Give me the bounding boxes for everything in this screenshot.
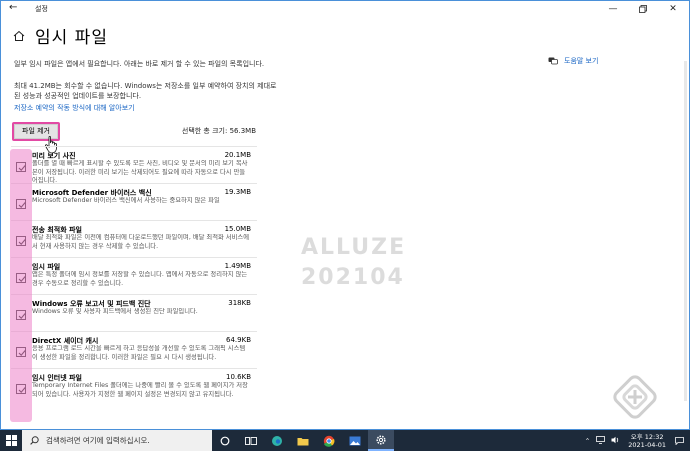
checkbox[interactable] [16, 347, 26, 357]
close-button[interactable]: ✕ [661, 1, 685, 17]
help-link-label: 도움말 보기 [564, 57, 599, 65]
storage-reserve-link[interactable]: 저장소 예약의 작동 방식에 대해 알아보기 [14, 103, 135, 113]
minimize-button[interactable]: — [601, 1, 625, 17]
edge-icon[interactable] [264, 430, 290, 451]
notification-icon[interactable] [672, 430, 686, 451]
chrome-icon[interactable] [316, 430, 342, 451]
list-item[interactable]: Windows 오류 보고서 및 피드백 진단 318KB Windows 오류… [11, 294, 257, 331]
item-size: 318KB [228, 299, 251, 307]
logo-icon [613, 375, 657, 419]
item-size: 64.9KB [226, 336, 251, 344]
back-arrow-icon[interactable]: ← [9, 2, 17, 13]
clock-date: 2021-04-01 [628, 440, 666, 449]
settings-window: ← 설정 — ✕ 임시 파일 일부 임시 파일은 앱에서 필요합니다. 아래는 … [0, 0, 690, 430]
search-placeholder: 검색하려면 여기에 입력하십시오. [46, 436, 150, 445]
checkbox[interactable] [16, 236, 26, 246]
taskbar: 검색하려면 여기에 입력하십시오. ⌃ 오후 12:32 2021-04-01 [0, 430, 690, 451]
item-description: 앱은 특정 폴더에 임시 정보를 저장할 수 있습니다. 앱에서 자동으로 정리… [32, 271, 248, 287]
item-description: Temporary Internet Files 폴더에는 나중에 빨리 볼 수… [32, 382, 248, 398]
maximize-button[interactable] [631, 1, 655, 17]
list-item[interactable]: 미리 보기 사진 20.1MB 폴더를 열 때 빠르게 표시할 수 있도록 모든… [11, 146, 257, 184]
list-item[interactable]: Microsoft Defender 바이러스 백신 19.3MB Micros… [11, 183, 257, 220]
item-size: 15.0MB [224, 225, 251, 233]
taskbar-search[interactable]: 검색하려면 여기에 입력하십시오. [22, 430, 212, 451]
scrollbar[interactable] [684, 61, 687, 401]
item-size: 10.6KB [226, 373, 251, 381]
watermark-line: 202104 [301, 265, 405, 290]
list-item[interactable]: 전송 최적화 파일 15.0MB 배달 최적화 파일은 이전에 컴퓨터에 다운로… [11, 220, 257, 257]
photos-icon[interactable] [342, 430, 368, 451]
page-title: 임시 파일 [35, 28, 108, 48]
task-view-icon[interactable] [238, 430, 264, 451]
checkbox[interactable] [16, 310, 26, 320]
page-header: 임시 파일 [13, 23, 108, 48]
title-bar: ← 설정 — ✕ [1, 1, 689, 17]
item-description: Windows 오류 및 사용자 피드백에서 생성된 진단 파일입니다. [32, 308, 198, 315]
clock[interactable]: 오후 12:32 2021-04-01 [628, 433, 666, 449]
settings-gear-icon[interactable] [368, 430, 394, 451]
item-description: 응용 프로그램 로드 시간을 빠르게 하고 응답성을 개선할 수 있도록 그래픽… [32, 345, 246, 361]
list-item[interactable]: DirectX 셰이더 캐시 64.9KB 응용 프로그램 로드 시간을 빠르게… [11, 331, 257, 368]
checkbox[interactable] [16, 199, 26, 209]
item-description: 폴더를 열 때 빠르게 표시할 수 있도록 모든 사진, 비디오 및 문서의 미… [32, 160, 248, 184]
volume-icon[interactable] [611, 436, 620, 446]
checkbox[interactable] [16, 384, 26, 394]
chat-bubble-icon [548, 57, 558, 65]
temp-files-list: 미리 보기 사진 20.1MB 폴더를 열 때 빠르게 표시할 수 있도록 모든… [11, 146, 257, 405]
item-size: 20.1MB [224, 151, 251, 159]
network-icon[interactable] [596, 435, 606, 446]
item-description: Microsoft Defender 바이러스 백신에서 사용하는 중요하지 않… [32, 197, 220, 204]
start-button[interactable] [0, 430, 22, 451]
file-explorer-icon[interactable] [290, 430, 316, 451]
app-title: 설정 [35, 5, 48, 13]
description-text: 일부 임시 파일은 앱에서 필요합니다. 아래는 바로 제거 할 수 있는 파일… [14, 60, 265, 68]
watermark: ALLUZE 202104 [301, 233, 406, 293]
storage-note: 최대 41.2MB는 회수할 수 없습니다. Windows는 저장소를 일부 … [14, 82, 277, 100]
item-size: 19.3MB [224, 188, 251, 196]
system-tray: ⌃ 오후 12:32 2021-04-01 [585, 430, 686, 451]
cortana-icon[interactable] [212, 430, 238, 451]
item-description: 배달 최적화 파일은 이전에 컴퓨터에 다운로드했던 파일이며, 배달 최적화 … [32, 234, 249, 250]
list-item[interactable]: 임시 인터넷 파일 10.6KB Temporary Internet File… [11, 368, 257, 405]
windows-icon [5, 435, 17, 446]
item-size: 1.49MB [224, 262, 251, 270]
clock-time: 오후 12:32 [630, 432, 664, 441]
chevron-up-icon[interactable]: ⌃ [585, 437, 590, 445]
selected-size-text: 선택한 총 크기: 56.3MB [181, 127, 256, 135]
checkbox[interactable] [16, 273, 26, 283]
list-item[interactable]: 임시 파일 1.49MB 앱은 특정 폴더에 임시 정보를 저장할 수 있습니다… [11, 257, 257, 294]
search-icon [30, 436, 39, 445]
help-link[interactable]: 도움말 보기 [548, 56, 598, 66]
watermark-line: ALLUZE [301, 235, 407, 260]
checkbox[interactable] [16, 162, 26, 172]
home-icon[interactable] [13, 30, 25, 42]
